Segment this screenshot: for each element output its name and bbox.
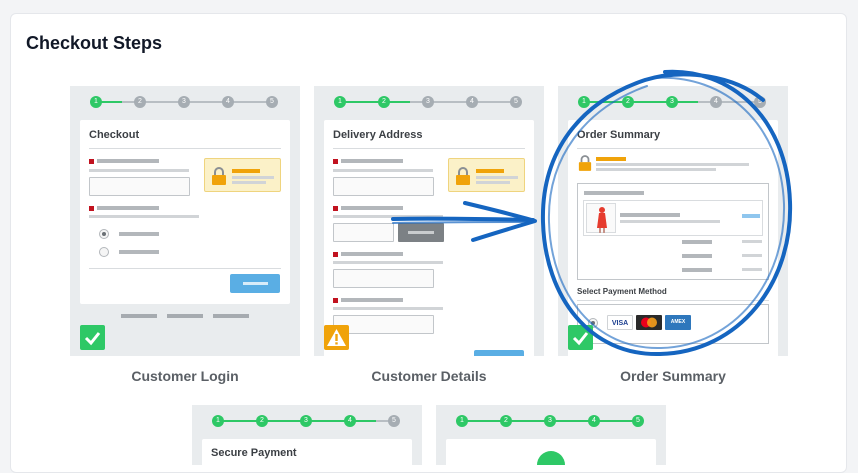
login-step-panel[interactable]: 1 2 3 4 5 Checkout [70,86,300,356]
step-1: 1 [334,96,346,108]
step-1: 1 [456,415,468,427]
step-3: 3 [422,96,434,108]
step-2: 2 [256,415,268,427]
email-field[interactable] [89,177,190,196]
step-4: 4 [222,96,234,108]
payment-step-panel[interactable]: 1 2 3 4 5 Secure Payment [192,405,422,465]
step-1: 1 [212,415,224,427]
step-5: 5 [510,96,522,108]
guest-option-radio[interactable] [99,247,109,257]
step-2: 2 [500,415,512,427]
progress-steps: 1 2 3 4 5 [314,86,544,116]
name-field[interactable] [333,177,434,196]
login-form: Checkout [80,120,290,304]
progress-steps: 1 2 3 4 5 [70,86,300,116]
step-3: 3 [300,415,312,427]
step-3: 3 [178,96,190,108]
circle-annotation [540,69,793,357]
success-icon [537,451,565,465]
payment-form: Secure Payment [202,439,412,465]
lock-icon [456,167,470,185]
step-5: 5 [266,96,278,108]
warning-icon [324,325,349,350]
security-notice [448,158,525,192]
step-2: 2 [378,96,390,108]
step-4: 4 [588,415,600,427]
step-5: 5 [632,415,644,427]
summary-caption: Order Summary [620,368,726,384]
arrow-annotation [391,201,537,242]
form-title: Delivery Address [333,129,423,141]
continue-button[interactable] [474,350,524,356]
form-title: Checkout [89,129,140,141]
form-title: Secure Payment [211,447,297,459]
confirmation-step-panel[interactable]: 1 2 3 4 5 [436,405,666,465]
check-icon [80,325,105,350]
continue-button[interactable] [230,274,280,293]
page-title: Checkout Steps [26,33,163,53]
step-4: 4 [466,96,478,108]
progress-steps: 1 2 3 4 5 [192,405,422,435]
step-2: 2 [134,96,146,108]
confirmation-box [446,439,656,465]
step-4: 4 [344,415,356,427]
step-1: 1 [90,96,102,108]
street-field[interactable] [333,269,434,288]
progress-steps: 1 2 3 4 5 [436,405,666,435]
details-caption: Customer Details [371,368,487,384]
security-notice [204,158,281,192]
step-5: 5 [388,415,400,427]
account-option-radio[interactable] [99,229,109,239]
lock-icon [212,167,226,185]
login-caption: Customer Login [131,368,239,384]
step-3: 3 [544,415,556,427]
